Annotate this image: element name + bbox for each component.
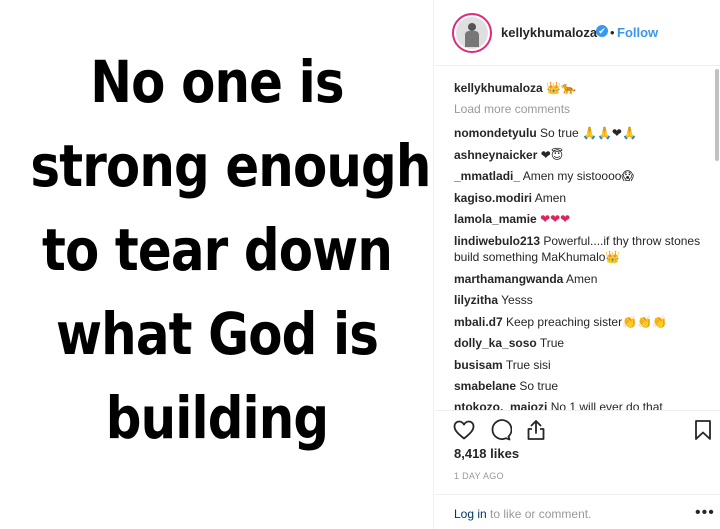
- comment-item: lamola_mamie ❤❤❤: [454, 211, 712, 227]
- comment-username[interactable]: busisam: [454, 358, 503, 372]
- comment-username[interactable]: ntokozo._majozi: [454, 400, 547, 410]
- comment-text: No 1 will ever do that: [550, 400, 663, 411]
- comment-text: Amen: [566, 272, 598, 286]
- caption: kellykhumaloza 👑🐆: [454, 80, 712, 96]
- more-options-icon[interactable]: •••: [695, 504, 715, 522]
- caption-text: 👑🐆: [546, 81, 576, 95]
- comment-username[interactable]: lamola_mamie: [454, 212, 537, 226]
- comment-text: Keep preaching sister👏👏👏: [506, 315, 667, 329]
- post-sidebar: kellykhumaloza ✔ • Follow kellykhumaloza…: [435, 0, 720, 529]
- comment-username[interactable]: lilyzitha: [454, 293, 498, 307]
- comment-item: nomondetyulu So true 🙏🙏❤🙏: [454, 125, 712, 141]
- avatar-head: [468, 23, 476, 31]
- quote-text: No one is strong enough to tear down wha…: [30, 40, 431, 460]
- quote-line: building: [105, 384, 329, 452]
- action-bar: [435, 412, 720, 446]
- avatar-image: [456, 17, 488, 49]
- caption-username[interactable]: kellykhumaloza: [454, 81, 543, 95]
- comment-item: busisam True sisi: [454, 357, 712, 373]
- comments-list[interactable]: kellykhumaloza 👑🐆 Load more comments nom…: [435, 67, 720, 411]
- header-separator: •: [610, 25, 615, 40]
- quote-line: to tear down: [41, 216, 393, 284]
- header-username[interactable]: kellykhumaloza: [501, 25, 597, 40]
- login-prompt-text: to like or comment.: [486, 507, 592, 521]
- quote-line: strong enough: [30, 132, 431, 200]
- comment-item: lilyzitha Yesss: [454, 292, 712, 308]
- comment-username[interactable]: smabelane: [454, 379, 516, 393]
- post-image[interactable]: No one is strong enough to tear down wha…: [0, 0, 434, 529]
- avatar[interactable]: [452, 13, 492, 53]
- comment-text: So true 🙏🙏❤🙏: [540, 126, 637, 140]
- likes-count[interactable]: 8,418 likes: [454, 446, 519, 461]
- heart-icon[interactable]: [452, 418, 476, 442]
- login-footer: Log in to like or comment. •••: [435, 494, 720, 529]
- comment-icon[interactable]: [488, 418, 512, 442]
- verified-badge-icon: ✔: [596, 25, 608, 37]
- quote-line: No one is: [90, 48, 344, 116]
- comment-text: Amen my sistoooo😱: [522, 169, 634, 183]
- comments-scrollbar[interactable]: [714, 67, 720, 167]
- avatar-body: [465, 31, 479, 47]
- comment-item: _mmatladi_ Amen my sistoooo😱: [454, 168, 712, 184]
- comment-item: ashneynaicker ❤😇: [454, 147, 712, 163]
- comment-item: lindiwebulo213 Powerful....if thy throw …: [454, 233, 712, 265]
- comment-text: True sisi: [505, 358, 551, 372]
- quote-line: what God is: [55, 300, 379, 368]
- bookmark-icon[interactable]: [691, 418, 715, 442]
- comment-username[interactable]: lindiwebulo213: [454, 234, 540, 248]
- comment-username[interactable]: dolly_ka_soso: [454, 336, 537, 350]
- comment-username[interactable]: _mmatladi_: [454, 169, 520, 183]
- comment-item: ntokozo._majozi No 1 will ever do that: [454, 399, 712, 411]
- scrollbar-thumb[interactable]: [715, 69, 719, 161]
- post-header: kellykhumaloza ✔ • Follow: [435, 0, 720, 66]
- login-link[interactable]: Log in: [454, 507, 487, 521]
- load-more-comments-button[interactable]: Load more comments: [454, 102, 570, 116]
- comment-item: dolly_ka_soso True: [454, 335, 712, 351]
- comment-text: ❤❤❤: [540, 212, 571, 226]
- comment-item: smabelane So true: [454, 378, 712, 394]
- comment-text: True: [539, 336, 565, 350]
- comment-username[interactable]: mbali.d7: [454, 315, 503, 329]
- comment-text: ❤😇: [540, 148, 564, 162]
- comment-item: marthamangwanda Amen: [454, 271, 712, 287]
- comment-username[interactable]: ashneynaicker: [454, 148, 537, 162]
- post-timestamp[interactable]: 1 DAY AGO: [454, 471, 504, 481]
- share-icon[interactable]: [524, 418, 548, 442]
- comment-username[interactable]: kagiso.modiri: [454, 191, 532, 205]
- comment-text: So true: [519, 379, 559, 393]
- follow-button[interactable]: Follow: [617, 25, 658, 40]
- comment-username[interactable]: nomondetyulu: [454, 126, 537, 140]
- comment-text: Amen: [534, 191, 567, 205]
- comment-username[interactable]: marthamangwanda: [454, 272, 563, 286]
- comment-text: Yesss: [501, 293, 533, 307]
- login-prompt: Log in to like or comment.: [454, 507, 591, 521]
- comment-item: mbali.d7 Keep preaching sister👏👏👏: [454, 314, 712, 330]
- comment-item: kagiso.modiri Amen: [454, 190, 712, 206]
